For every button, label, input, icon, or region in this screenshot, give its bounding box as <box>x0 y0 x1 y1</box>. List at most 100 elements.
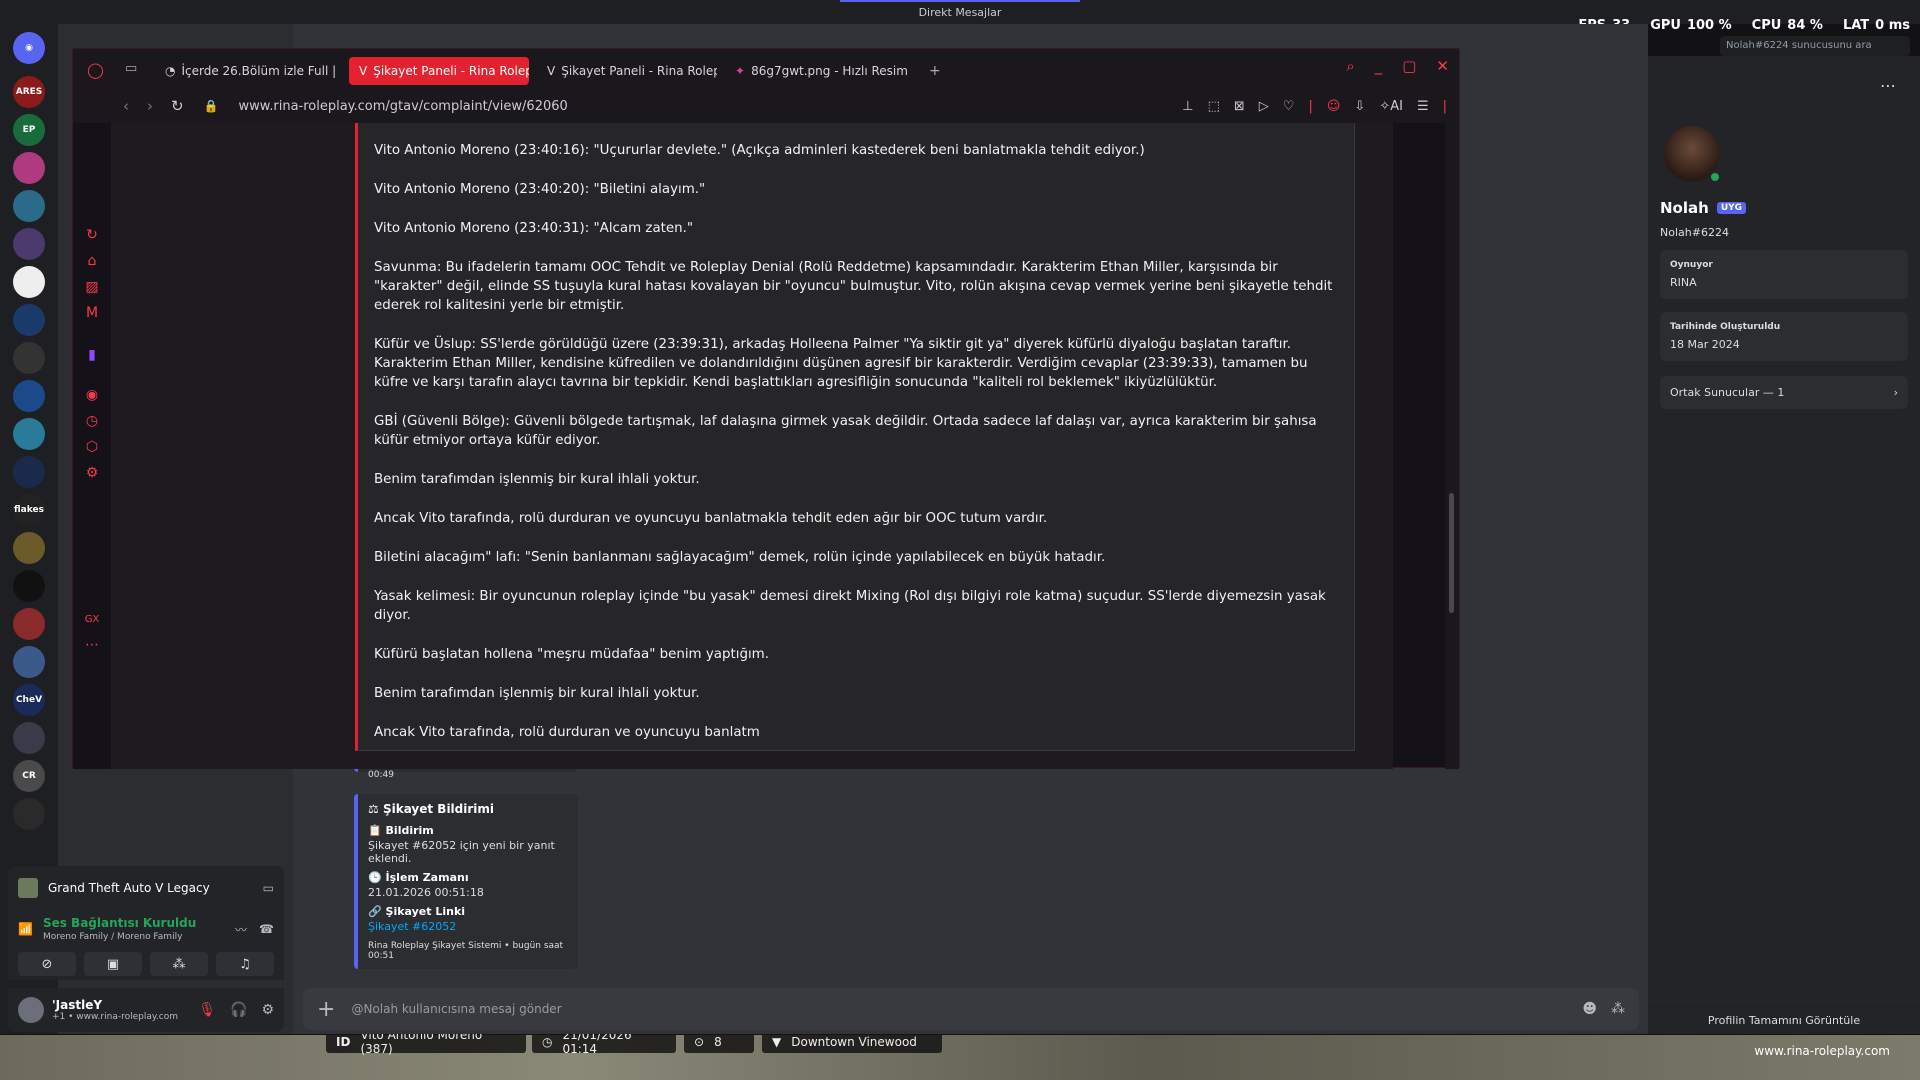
server-icon[interactable] <box>13 190 45 222</box>
v-logo-icon: V <box>547 64 556 78</box>
server-icon[interactable]: flakes <box>13 494 45 526</box>
more-icon[interactable]: ⋯ <box>84 637 100 653</box>
more-icon[interactable]: ⋯ <box>1880 76 1896 95</box>
disconnect-icon[interactable]: ☎ <box>259 922 274 936</box>
opera-logo-icon[interactable]: ◯ <box>87 61 104 79</box>
page-content: Vito Antonio Moreno (23:40:16): "Uçururl… <box>111 123 1393 769</box>
reload-icon[interactable]: ↻ <box>171 97 184 115</box>
news-icon[interactable]: ▨ <box>84 279 100 295</box>
server-icon[interactable] <box>13 152 45 184</box>
tab-2-active[interactable]: V Şikayet Paneli - Rina Rolep <box>349 57 529 85</box>
close-icon[interactable]: ✕ <box>1436 57 1449 75</box>
apps-icon[interactable]: ⁂ <box>1611 1001 1625 1017</box>
server-icon[interactable]: ARES <box>13 76 45 108</box>
spotify-icon[interactable]: ◉ <box>84 387 100 403</box>
tab-1[interactable]: ◔ İçerde 26.Bölüm izle Full | <box>155 57 335 85</box>
minimize-icon[interactable]: _ <box>1375 57 1383 75</box>
paragraph: Ancak Vito tarafında, rolü durduran ve o… <box>374 725 760 740</box>
tab-4[interactable]: ✦ 86g7gwt.png - Hızlı Resim <box>725 57 925 85</box>
lock-icon[interactable]: 🔒 <box>204 99 219 113</box>
paragraph: Vito Antonio Moreno (23:40:16): "Uçururl… <box>374 143 1145 158</box>
server-icon[interactable] <box>13 266 45 298</box>
gear-icon[interactable]: ⚙ <box>261 1002 274 1018</box>
stat-gpu: GPU 100 % <box>1650 18 1732 33</box>
server-icon[interactable]: CR <box>13 760 45 792</box>
server-icon[interactable] <box>13 532 45 564</box>
workspaces-icon[interactable]: ▭ <box>125 61 137 76</box>
shop-icon[interactable]: ⌂ <box>84 253 100 269</box>
menu-icon[interactable]: ☰ <box>1417 99 1429 114</box>
hud-time: ◷ 21/01/2026 01:14 <box>532 1028 676 1056</box>
discord-home-icon[interactable]: ◉ <box>13 32 45 64</box>
server-icon[interactable] <box>13 418 45 450</box>
profile-tag: Nolah#6224 <box>1660 226 1729 239</box>
card-label: Tarihinde Oluşturuldu <box>1670 322 1781 332</box>
voice-status[interactable]: Ses Bağlantısı Kuruldu <box>43 916 196 930</box>
new-tab-button[interactable]: + <box>929 63 941 79</box>
maximize-icon[interactable]: ▢ <box>1402 57 1416 75</box>
view-full-profile-link[interactable]: Profilin Tamamını Görüntüle <box>1648 1006 1920 1034</box>
search-icon[interactable]: ⌕ <box>1346 57 1354 75</box>
stat-lat: LAT 0 ms <box>1842 18 1910 33</box>
activity-button[interactable]: ⁂ <box>150 952 208 976</box>
adblock-icon[interactable]: ⊠ <box>1234 99 1245 114</box>
noise-icon[interactable]: 〰 <box>235 921 247 938</box>
snapshot-icon[interactable]: ⬚ <box>1208 99 1220 114</box>
server-icon[interactable]: CheV <box>13 684 45 716</box>
camera-off-button[interactable]: ⊘ <box>18 952 76 976</box>
server-icon[interactable] <box>13 570 45 602</box>
server-search-input[interactable]: Nolah#6224 sunucusunu ara <box>1720 36 1910 56</box>
pin-icon[interactable]: ⊥ <box>1182 99 1193 114</box>
avatar[interactable] <box>18 997 44 1023</box>
server-icon[interactable] <box>13 456 45 488</box>
message-input[interactable]: + @Nolah kullanıcısına mesaj gönder ☻ ⁂ <box>303 988 1639 1030</box>
activity-game-name: Grand Theft Auto V Legacy <box>48 881 210 895</box>
refresh-icon[interactable]: ↻ <box>84 227 100 243</box>
server-icon[interactable] <box>13 798 45 830</box>
voice-channel[interactable]: Moreno Family / Moreno Family <box>43 932 196 942</box>
settings-icon[interactable]: ⚙ <box>84 465 100 481</box>
paragraph: Biletini alacağım" lafı: "Senin banlanma… <box>374 550 1106 565</box>
scrollbar[interactable] <box>1445 123 1459 769</box>
twitch-icon[interactable]: ▮ <box>84 347 100 363</box>
screen-share-button[interactable]: ▣ <box>84 952 142 976</box>
ai-button[interactable]: ✧AI <box>1379 99 1403 114</box>
server-icon[interactable] <box>13 228 45 260</box>
headphones-icon[interactable]: 🎧 <box>230 1002 247 1018</box>
gx-label[interactable]: GX <box>84 611 100 627</box>
scrollbar-thumb[interactable] <box>1449 493 1454 613</box>
url-field[interactable]: www.rina-roleplay.com/gtav/complaint/vie… <box>239 99 568 114</box>
history-icon[interactable]: ◷ <box>84 413 100 429</box>
soundboard-button[interactable]: ♫ <box>216 952 274 976</box>
back-icon[interactable]: ‹ <box>123 97 129 115</box>
username: 'JastleY <box>52 998 103 1012</box>
server-icon[interactable] <box>13 608 45 640</box>
paragraph: Vito Antonio Moreno (23:40:31): "Alcam z… <box>374 221 694 236</box>
mic-muted-icon[interactable]: 🎙 <box>198 1002 216 1018</box>
play-icon[interactable]: ▷ <box>1259 99 1269 114</box>
complaint-embed: ⚖ Şikayet Bildirimi 📋 Bildirim Şikayet #… <box>354 794 578 969</box>
profile-icon[interactable]: ☺ <box>1327 99 1341 114</box>
card-value: RINA <box>1670 276 1697 289</box>
server-tag-badge[interactable]: UYG <box>1716 202 1747 214</box>
download-icon[interactable]: ⇩ <box>1354 99 1365 114</box>
forward-icon[interactable]: › <box>147 97 153 115</box>
embed-field-value: 21.01.2026 00:51:18 <box>368 886 484 899</box>
heart-icon[interactable]: ♡ <box>1283 99 1295 114</box>
tab-3[interactable]: V Şikayet Paneli - Rina Rolep <box>537 57 717 85</box>
server-icon[interactable] <box>13 342 45 374</box>
server-icon[interactable] <box>13 380 45 412</box>
complaint-link[interactable]: Şikayet #62052 <box>368 920 568 933</box>
messenger-icon[interactable]: M <box>84 305 100 321</box>
server-icon[interactable]: EP <box>13 114 45 146</box>
emoji-icon[interactable]: ☻ <box>1582 1001 1597 1017</box>
profile-name: Nolah UYG <box>1660 199 1747 217</box>
mutual-servers-card[interactable]: Ortak Sunucular — 1 › <box>1660 376 1908 409</box>
server-icon[interactable] <box>13 646 45 678</box>
hud-count: 8 <box>714 1035 722 1049</box>
screen-share-icon[interactable]: ▭ <box>263 881 274 895</box>
plus-icon[interactable]: + <box>317 997 335 1022</box>
server-icon[interactable] <box>13 304 45 336</box>
extensions-icon[interactable]: ⬡ <box>84 439 100 455</box>
server-icon[interactable] <box>13 722 45 754</box>
